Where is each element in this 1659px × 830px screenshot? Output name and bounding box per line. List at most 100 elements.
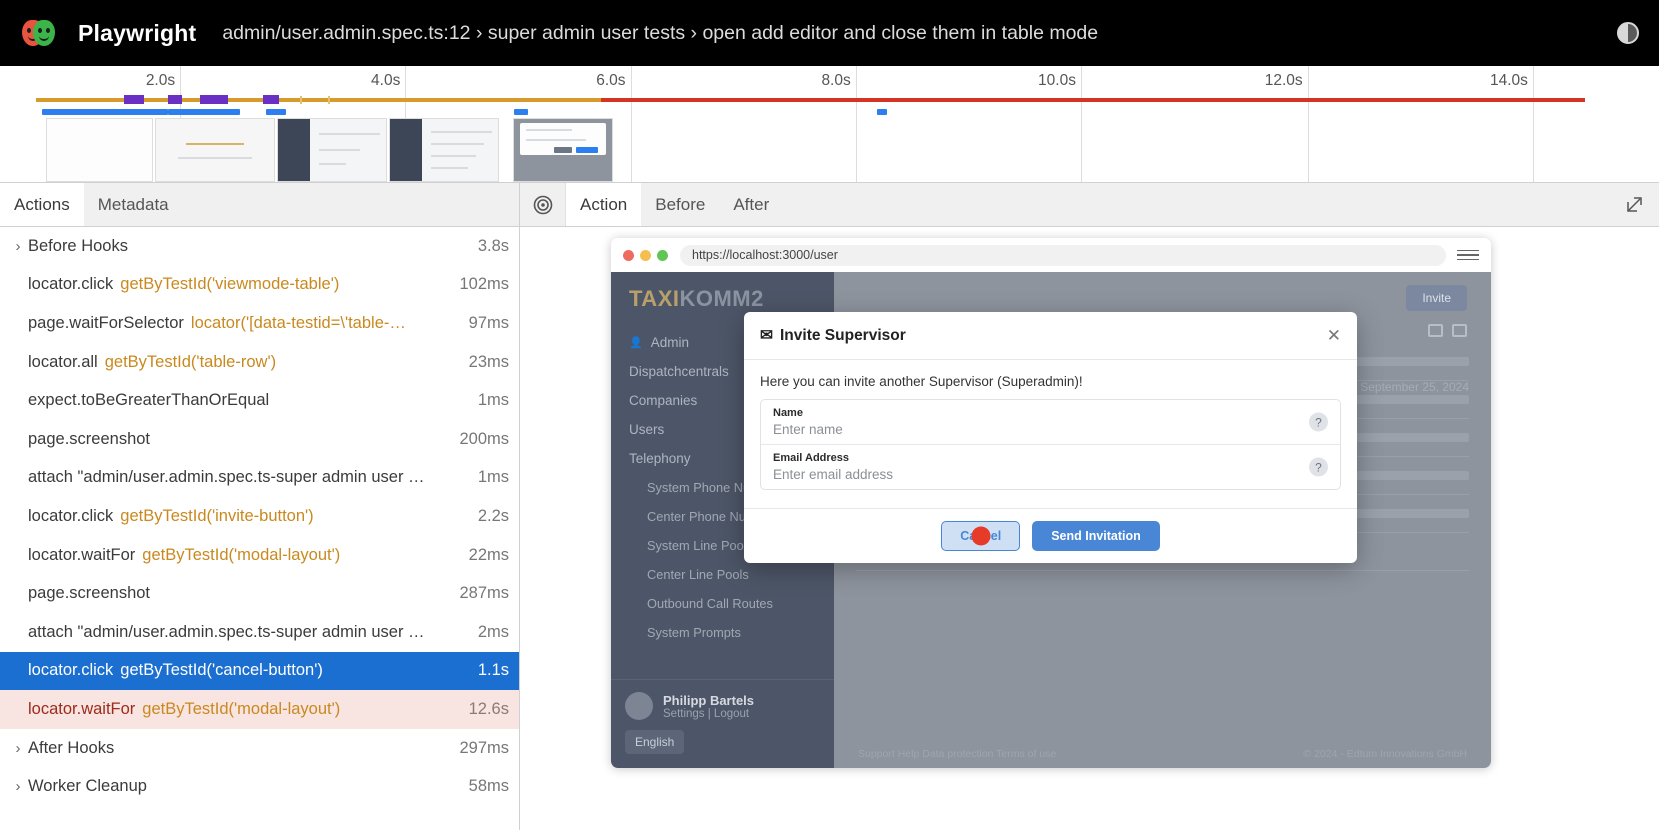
action-row[interactable]: page.screenshot287ms	[0, 574, 519, 613]
action-title: attach "admin/user.admin.spec.ts-super a…	[28, 468, 425, 487]
tab-before[interactable]: Before	[641, 183, 719, 226]
action-list[interactable]: ›Before Hooks3.8slocator.clickgetByTestI…	[0, 227, 519, 830]
tab-metadata[interactable]: Metadata	[84, 183, 183, 226]
maximize-icon[interactable]	[657, 250, 668, 261]
half-circle-icon[interactable]	[1617, 22, 1639, 44]
action-selector: getByTestId('cancel-button')	[120, 661, 323, 680]
tab-actions[interactable]: Actions	[0, 183, 84, 226]
action-row[interactable]: ›Before Hooks3.8s	[0, 227, 519, 266]
action-row[interactable]: locator.clickgetByTestId('cancel-button'…	[0, 652, 519, 691]
help-icon[interactable]: ?	[1309, 413, 1328, 432]
action-row[interactable]: ›Worker Cleanup58ms	[0, 767, 519, 806]
action-row[interactable]: locator.waitForgetByTestId('modal-layout…	[0, 690, 519, 729]
timeline-tick-label: 14.0s	[1490, 72, 1533, 90]
invite-button[interactable]: Invite	[1406, 285, 1467, 311]
timeline-tick	[328, 96, 330, 104]
action-selector: getByTestId('table-row')	[105, 353, 276, 372]
language-selector[interactable]: English	[625, 730, 684, 754]
playwright-logo-icon	[22, 16, 62, 50]
action-row[interactable]: locator.allgetByTestId('table-row')23ms	[0, 343, 519, 382]
tab-action[interactable]: Action	[566, 183, 641, 226]
filmstrip-frame[interactable]	[46, 118, 153, 182]
send-invitation-button[interactable]: Send Invitation	[1032, 521, 1160, 551]
action-duration: 12.6s	[459, 700, 509, 719]
url-bar[interactable]: https://localhost:3000/user	[680, 245, 1446, 266]
body-split: Actions Metadata ›Before Hooks3.8slocato…	[0, 183, 1659, 830]
chevron-right-icon[interactable]: ›	[8, 778, 28, 795]
help-icon[interactable]: ?	[1309, 458, 1328, 477]
timeline[interactable]: 2.0s4.0s6.0s8.0s10.0s12.0s14.0s16.0s18.0…	[0, 66, 1659, 183]
name-input[interactable]: Enter name	[773, 422, 1328, 437]
app-logo-grey: KOMM2	[679, 286, 763, 311]
action-title: Worker Cleanup	[28, 777, 147, 796]
action-duration: 1ms	[468, 391, 509, 410]
footer-note: Support Help Data protection Terms of us…	[858, 748, 1467, 760]
user-box: Philipp Bartels Settings | Logout Englis…	[611, 679, 834, 768]
close-icon[interactable]	[623, 250, 634, 261]
menu-icon[interactable]	[1457, 250, 1479, 261]
filmstrip-frame[interactable]	[277, 118, 387, 182]
sidebar-item-center-line-pools[interactable]: Center Line Pools	[611, 560, 834, 589]
action-title: page.screenshot	[28, 584, 150, 603]
envelope-icon: ✉	[760, 326, 773, 345]
timeline-action-bar[interactable]	[877, 109, 887, 115]
sidebar-item-outbound-call-routes[interactable]: Outbound Call Routes	[611, 589, 834, 618]
action-selector: getByTestId('modal-layout')	[142, 546, 340, 565]
target-icon[interactable]	[520, 183, 566, 226]
sidebar-item-label: Telephony	[629, 451, 691, 466]
filmstrip-frame[interactable]	[513, 118, 613, 182]
timeline-gridline	[1533, 66, 1534, 182]
modal-body: Here you can invite another Supervisor (…	[744, 360, 1357, 508]
grid-view-icon[interactable]	[1452, 324, 1467, 337]
field-group: Name Enter name ? Email Address Enter em…	[760, 399, 1341, 490]
sidebar-item-label: System Prompts	[647, 625, 741, 640]
cancel-button[interactable]: Cancel	[941, 521, 1020, 551]
timeline-action-bar[interactable]	[514, 109, 528, 115]
footer-left[interactable]: Support Help Data protection Terms of us…	[858, 748, 1056, 760]
screenshot-preview: https://localhost:3000/user TAXIKOMM2 👤A…	[520, 227, 1659, 830]
action-row[interactable]: locator.waitForgetByTestId('modal-layout…	[0, 536, 519, 575]
filmstrip-frame[interactable]	[155, 118, 275, 182]
name-field[interactable]: Name Enter name ?	[761, 400, 1340, 444]
external-link-icon[interactable]	[1609, 183, 1659, 226]
table-view-icon[interactable]	[1428, 324, 1443, 337]
action-row[interactable]: locator.clickgetByTestId('invite-button'…	[0, 497, 519, 536]
chevron-right-icon[interactable]: ›	[8, 238, 28, 255]
action-selector: locator('[data-testid=\'table-…	[191, 314, 406, 333]
action-row[interactable]: expect.toBeGreaterThanOrEqual1ms	[0, 381, 519, 420]
filmstrip-frame[interactable]	[389, 118, 499, 182]
action-title: locator.click	[28, 275, 113, 294]
timeline-tick-label: 10.0s	[1038, 72, 1081, 90]
user-links[interactable]: Settings | Logout	[663, 708, 754, 720]
timeline-gridline	[856, 66, 857, 182]
sidebar-item-label: Center Line Pools	[647, 567, 749, 582]
action-title: page.screenshot	[28, 430, 150, 449]
minimize-icon[interactable]	[640, 250, 651, 261]
timeline-tick-label: 12.0s	[1265, 72, 1308, 90]
tab-after[interactable]: After	[719, 183, 783, 226]
chevron-right-icon[interactable]: ›	[8, 740, 28, 757]
window-controls[interactable]	[623, 250, 668, 261]
timeline-action-bar[interactable]	[214, 109, 240, 115]
sidebar-item-system-prompts[interactable]: System Prompts	[611, 618, 834, 647]
right-tabstrip: Action Before After	[520, 183, 1659, 227]
action-row[interactable]: attach "admin/user.admin.spec.ts-super a…	[0, 459, 519, 498]
action-row[interactable]: ›After Hooks297ms	[0, 729, 519, 768]
name-label: Name	[773, 407, 1328, 419]
action-duration: 102ms	[449, 275, 509, 294]
sidebar-item-label: Admin	[651, 335, 689, 350]
action-row[interactable]: page.waitForSelectorlocator('[data-testi…	[0, 304, 519, 343]
action-row[interactable]: page.screenshot200ms	[0, 420, 519, 459]
action-row[interactable]: attach "admin/user.admin.spec.ts-super a…	[0, 613, 519, 652]
action-title: attach "admin/user.admin.spec.ts-super a…	[28, 623, 425, 642]
email-input[interactable]: Enter email address	[773, 467, 1328, 482]
action-row[interactable]: locator.click getByTestId('viewmode-table…	[0, 266, 519, 305]
timeline-action-bar[interactable]	[126, 109, 168, 115]
brand-name: Playwright	[78, 20, 196, 47]
action-duration: 2ms	[468, 623, 509, 642]
breadcrumb: admin/user.admin.spec.ts:12 › super admi…	[222, 22, 1098, 45]
action-selector: getByTestId('viewmode-table')	[120, 275, 339, 294]
close-icon[interactable]: ✕	[1327, 327, 1341, 344]
email-field[interactable]: Email Address Enter email address ?	[761, 444, 1340, 489]
timeline-action-bar[interactable]	[266, 109, 286, 115]
